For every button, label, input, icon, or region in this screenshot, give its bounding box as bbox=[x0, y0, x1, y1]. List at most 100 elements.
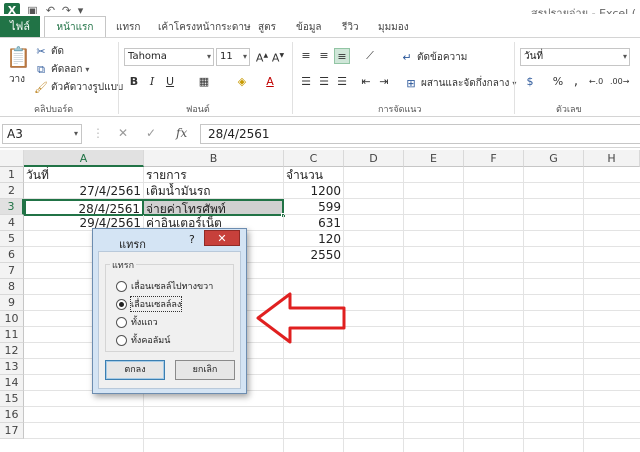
merge-center-button[interactable]: ⊞ ผสานและจัดกึ่งกลาง ▾ bbox=[404, 76, 516, 91]
cell-c2[interactable]: 1200 bbox=[284, 183, 344, 199]
radio-button[interactable] bbox=[116, 334, 127, 346]
clipboard-group-label: คลิปบอร์ด bbox=[34, 105, 74, 115]
enter-icon[interactable]: ✓ bbox=[146, 126, 156, 140]
font-group-label: ฟอนต์ bbox=[186, 105, 210, 115]
radio-button[interactable] bbox=[116, 316, 127, 328]
align-middle-icon[interactable]: ≡ bbox=[316, 48, 332, 64]
row-header[interactable]: 9 bbox=[0, 295, 24, 311]
grow-font-icon[interactable]: A▲ bbox=[254, 48, 270, 65]
row-header[interactable]: 17 bbox=[0, 423, 24, 439]
row-header[interactable]: 7 bbox=[0, 263, 24, 279]
increase-indent-icon[interactable]: ⇥ bbox=[376, 74, 392, 90]
cut-button[interactable]: ✂ ตัด bbox=[34, 44, 64, 59]
radio-button[interactable] bbox=[116, 280, 127, 292]
insert-function-icon[interactable]: fx bbox=[176, 126, 187, 140]
option-shift-right[interactable]: เลื่อนเซลล์ไปทางขวา bbox=[116, 279, 213, 293]
row-header[interactable]: 16 bbox=[0, 407, 24, 423]
cancel-icon[interactable]: ✕ bbox=[118, 126, 128, 140]
cell-a3[interactable]: 28/4/2561 bbox=[24, 199, 144, 216]
group-divider bbox=[118, 42, 119, 114]
row-header[interactable]: 4 bbox=[0, 215, 24, 231]
italic-icon[interactable]: I bbox=[144, 74, 160, 90]
percent-icon[interactable]: % bbox=[550, 74, 566, 90]
tab-formulas[interactable]: สูตร bbox=[258, 20, 276, 35]
underline-icon[interactable]: U bbox=[162, 74, 178, 90]
column-header-a[interactable]: A bbox=[24, 150, 144, 167]
row-header[interactable]: 11 bbox=[0, 327, 24, 343]
tab-review[interactable]: รีวิว bbox=[342, 20, 359, 35]
row-header[interactable]: 12 bbox=[0, 343, 24, 359]
tab-data[interactable]: ข้อมูล bbox=[296, 20, 322, 35]
radio-button[interactable] bbox=[116, 298, 127, 310]
cell-b3[interactable]: จ่ายค่าโทรศัพท์ bbox=[144, 199, 284, 216]
decrease-indent-icon[interactable]: ⇤ bbox=[358, 74, 374, 90]
cell-b1[interactable]: รายการ bbox=[144, 167, 284, 183]
font-color-icon[interactable]: A bbox=[262, 74, 278, 90]
column-header-g[interactable]: G bbox=[524, 150, 584, 167]
row-header[interactable]: 5 bbox=[0, 231, 24, 247]
cell-a2[interactable]: 27/4/2561 bbox=[24, 183, 144, 199]
cell-c3[interactable]: 599 bbox=[284, 199, 344, 215]
font-name-select[interactable]: Tahoma ▾ bbox=[124, 48, 214, 66]
tab-home[interactable]: หน้าแรก bbox=[44, 16, 106, 38]
select-all-corner[interactable] bbox=[0, 150, 24, 167]
row-header[interactable]: 6 bbox=[0, 247, 24, 263]
cell-c6[interactable]: 2550 bbox=[284, 247, 344, 263]
align-center-icon[interactable]: ☰ bbox=[316, 74, 332, 90]
alignment-group-label: การจัดแนว bbox=[378, 105, 422, 115]
row-header[interactable]: 2 bbox=[0, 183, 24, 199]
tab-page-layout[interactable]: เค้าโครงหน้ากระดาษ bbox=[158, 20, 251, 35]
align-right-icon[interactable]: ☰ bbox=[334, 74, 350, 90]
paintbrush-icon: 🖌 bbox=[34, 80, 48, 94]
column-header-e[interactable]: E bbox=[404, 150, 464, 167]
name-box[interactable]: A3 ▾ bbox=[2, 124, 82, 144]
tab-view[interactable]: มุมมอง bbox=[378, 20, 409, 35]
column-header-b[interactable]: B bbox=[144, 150, 284, 167]
bold-icon[interactable]: B bbox=[126, 74, 142, 90]
column-header-c[interactable]: C bbox=[284, 150, 344, 167]
copy-button[interactable]: ⧉ คัดลอก ▾ bbox=[34, 62, 89, 77]
font-size-select[interactable]: 11 ▾ bbox=[216, 48, 250, 66]
cell-c4[interactable]: 631 bbox=[284, 215, 344, 231]
column-header-f[interactable]: F bbox=[464, 150, 524, 167]
column-header-d[interactable]: D bbox=[344, 150, 404, 167]
tab-file[interactable]: ไฟล์ bbox=[0, 16, 40, 38]
wrap-text-button[interactable]: ↵ ตัดข้อความ bbox=[400, 50, 467, 65]
row-header[interactable]: 3 bbox=[0, 199, 24, 215]
row-header[interactable]: 13 bbox=[0, 359, 24, 375]
option-entire-row[interactable]: ทั้งแถว bbox=[116, 315, 158, 329]
format-painter-button[interactable]: 🖌 ตัวคัดวางรูปแบบ bbox=[34, 80, 123, 95]
ok-button[interactable]: ตกลง bbox=[105, 360, 165, 380]
comma-style-icon[interactable]: , bbox=[568, 74, 584, 90]
column-header-h[interactable]: H bbox=[584, 150, 640, 167]
tab-insert[interactable]: แทรก bbox=[116, 20, 140, 35]
cell-c1[interactable]: จำนวน bbox=[284, 167, 344, 183]
align-left-icon[interactable]: ☰ bbox=[298, 74, 314, 90]
borders-icon[interactable]: ▦ bbox=[196, 74, 212, 90]
paste-button[interactable]: 📋 วาง bbox=[6, 44, 31, 87]
number-format-select[interactable]: วันที่ ▾ bbox=[520, 48, 630, 66]
row-header[interactable]: 8 bbox=[0, 279, 24, 295]
formula-input[interactable]: 28/4/2561 bbox=[200, 124, 640, 144]
close-button[interactable]: ✕ bbox=[204, 230, 240, 246]
cell-b2[interactable]: เติมน้ำมันรถ bbox=[144, 183, 284, 199]
row-header[interactable]: 15 bbox=[0, 391, 24, 407]
fill-color-icon[interactable]: ◈ bbox=[234, 74, 250, 90]
cell-a1[interactable]: วันที่ bbox=[24, 167, 144, 183]
option-entire-column[interactable]: ทั้งคอลัมน์ bbox=[116, 333, 170, 347]
decrease-decimal-icon[interactable]: .00→ bbox=[610, 74, 629, 90]
row-header[interactable]: 14 bbox=[0, 375, 24, 391]
increase-decimal-icon[interactable]: ←.0 bbox=[588, 74, 604, 90]
shrink-font-icon[interactable]: A▼ bbox=[270, 48, 286, 65]
formula-bar: A3 ▾ ⋮ ✕ ✓ fx 28/4/2561 bbox=[0, 118, 640, 148]
accounting-format-icon[interactable]: $ bbox=[522, 74, 538, 90]
row-header[interactable]: 10 bbox=[0, 311, 24, 327]
orientation-icon[interactable]: ⟋ bbox=[362, 48, 378, 64]
align-bottom-icon[interactable]: ≡ bbox=[334, 48, 350, 64]
align-top-icon[interactable]: ≡ bbox=[298, 48, 314, 64]
row-header[interactable]: 1 bbox=[0, 167, 24, 183]
cancel-button[interactable]: ยกเลิก bbox=[175, 360, 235, 380]
help-icon[interactable]: ? bbox=[189, 233, 195, 246]
cell-c5[interactable]: 120 bbox=[284, 231, 344, 247]
option-shift-down[interactable]: เลื่อนเซลล์ลง bbox=[116, 296, 183, 312]
